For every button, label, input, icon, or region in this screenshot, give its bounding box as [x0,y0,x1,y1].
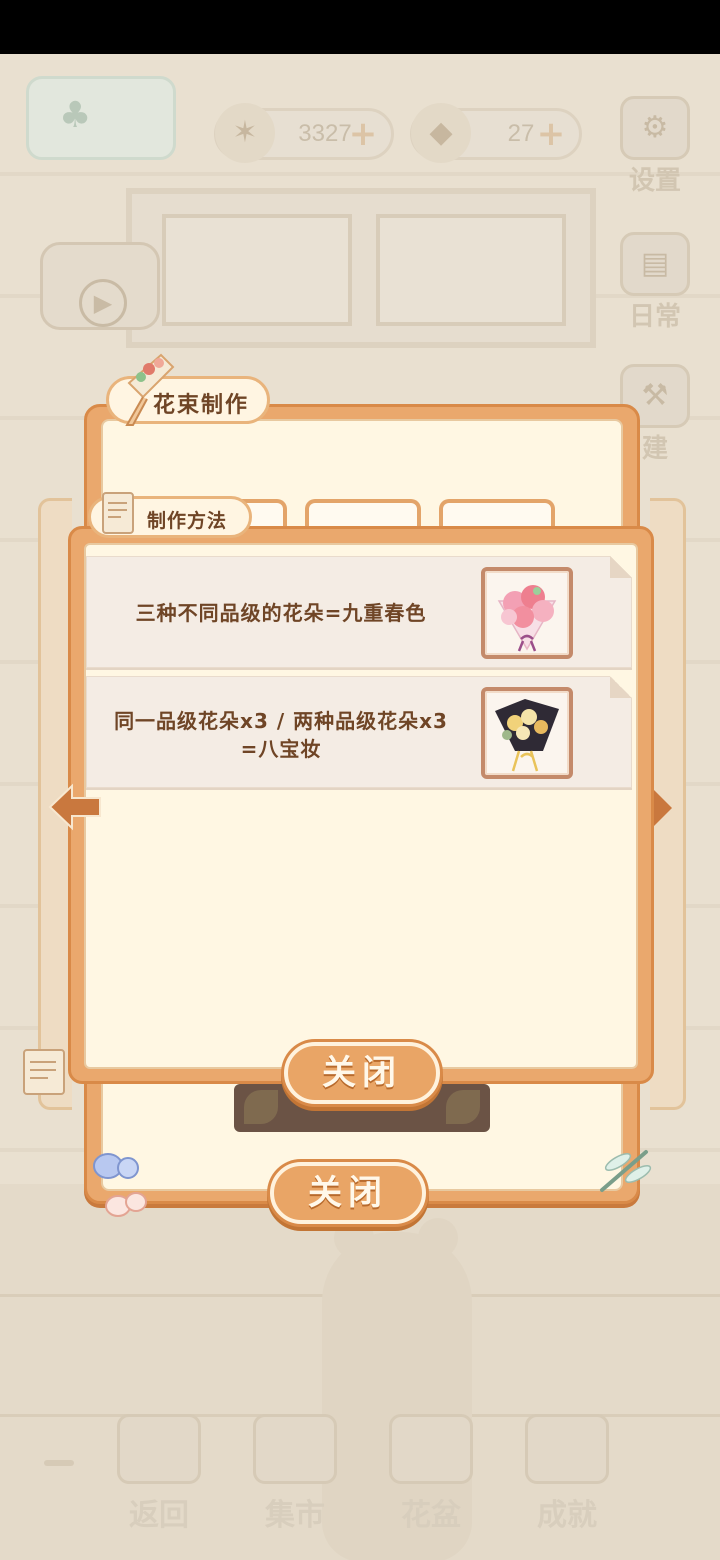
market-icon [253,1414,337,1484]
add-fish-icon[interactable]: + [345,117,381,153]
back-close-button[interactable]: 关闭 [270,1162,426,1224]
recipe-scroll-icon [102,492,134,534]
bouquet-making-tab: 花束制作 [106,353,270,426]
recipe-text: 三种不同品级的花朵=九重春色 [135,601,427,625]
nav-label: 返回 [129,1498,189,1533]
nav-label: 花盆 [401,1498,461,1533]
fish-counter[interactable]: ✶ 3327 + [214,103,394,163]
making-method-tab: 制作方法 [88,492,252,538]
minus-icon [44,1460,74,1466]
recipe-note-icon[interactable] [18,1046,72,1098]
bear-ear [334,1218,374,1258]
butterfly-icon [93,1153,147,1217]
status-bar [0,0,720,54]
paper-fold [610,676,632,698]
nav-item-achievement[interactable]: 成就 [512,1414,622,1544]
previous-page-arrow-icon[interactable] [46,782,104,832]
play-icon: ▶ [79,279,127,327]
nav-item-back[interactable]: 返回 [104,1414,214,1544]
daily-button[interactable]: ▤ 日常 [616,232,694,332]
bear-ear [418,1218,458,1258]
nav-item-pot[interactable]: 花盆 [376,1414,486,1544]
shelf-pane [376,214,566,326]
add-cheese-icon[interactable]: + [533,117,569,153]
shelf-pane [162,214,352,326]
recipe-row: 同一品级花朵x3 / 两种品级花朵x3 =八宝妆 [86,676,632,788]
bouquet-making-title: 花束制作 [153,393,250,418]
fish-icon: ✶ [215,103,275,163]
flowerpot-icon [389,1414,473,1484]
bottom-nav: 返回 集市 花盆 成就 [0,1404,720,1554]
nav-label: 成就 [537,1498,597,1533]
scroll-icon: ▤ [620,232,690,296]
gear-icon: ⚙ [620,96,690,160]
cheese-icon: ◆ [411,103,471,163]
settings-button[interactable]: ⚙ 设置 [616,96,694,196]
trophy-icon [525,1414,609,1484]
top-hud: ♣ ✶ 3327 + ◆ 27 + ⚙ 设置 [0,54,720,204]
leaf-icon [244,1090,278,1124]
close-button[interactable]: 关闭 [284,1042,440,1104]
cat-logo-icon: ♣ [59,95,92,136]
dark-bouquet-image[interactable] [481,687,573,779]
nav-label: 集市 [265,1498,325,1533]
recipe-row: 三种不同品级的花朵=九重春色 [86,556,632,668]
pink-bouquet-icon [497,585,557,652]
recipe-text-line2: =八宝妆 [240,737,322,761]
dark-bouquet-icon [495,699,559,772]
game-logo: ♣ [26,76,176,160]
next-page-arrow-icon[interactable] [652,788,674,828]
cheese-counter[interactable]: ◆ 27 + [410,103,582,163]
pink-bouquet-image[interactable] [481,567,573,659]
dragonfly-icon [600,1150,652,1192]
home-icon [117,1414,201,1484]
daily-label: 日常 [628,302,681,332]
nav-item-market[interactable]: 集市 [240,1414,350,1544]
video-button[interactable]: ▶ [40,242,160,330]
paper-fold [610,556,632,578]
leaf-icon [446,1090,480,1124]
settings-label: 设置 [628,166,681,196]
recipe-text-line1: 同一品级花朵x3 / 两种品级花朵x3 [114,709,448,733]
shelf [126,188,596,348]
making-method-title: 制作方法 [147,510,228,532]
